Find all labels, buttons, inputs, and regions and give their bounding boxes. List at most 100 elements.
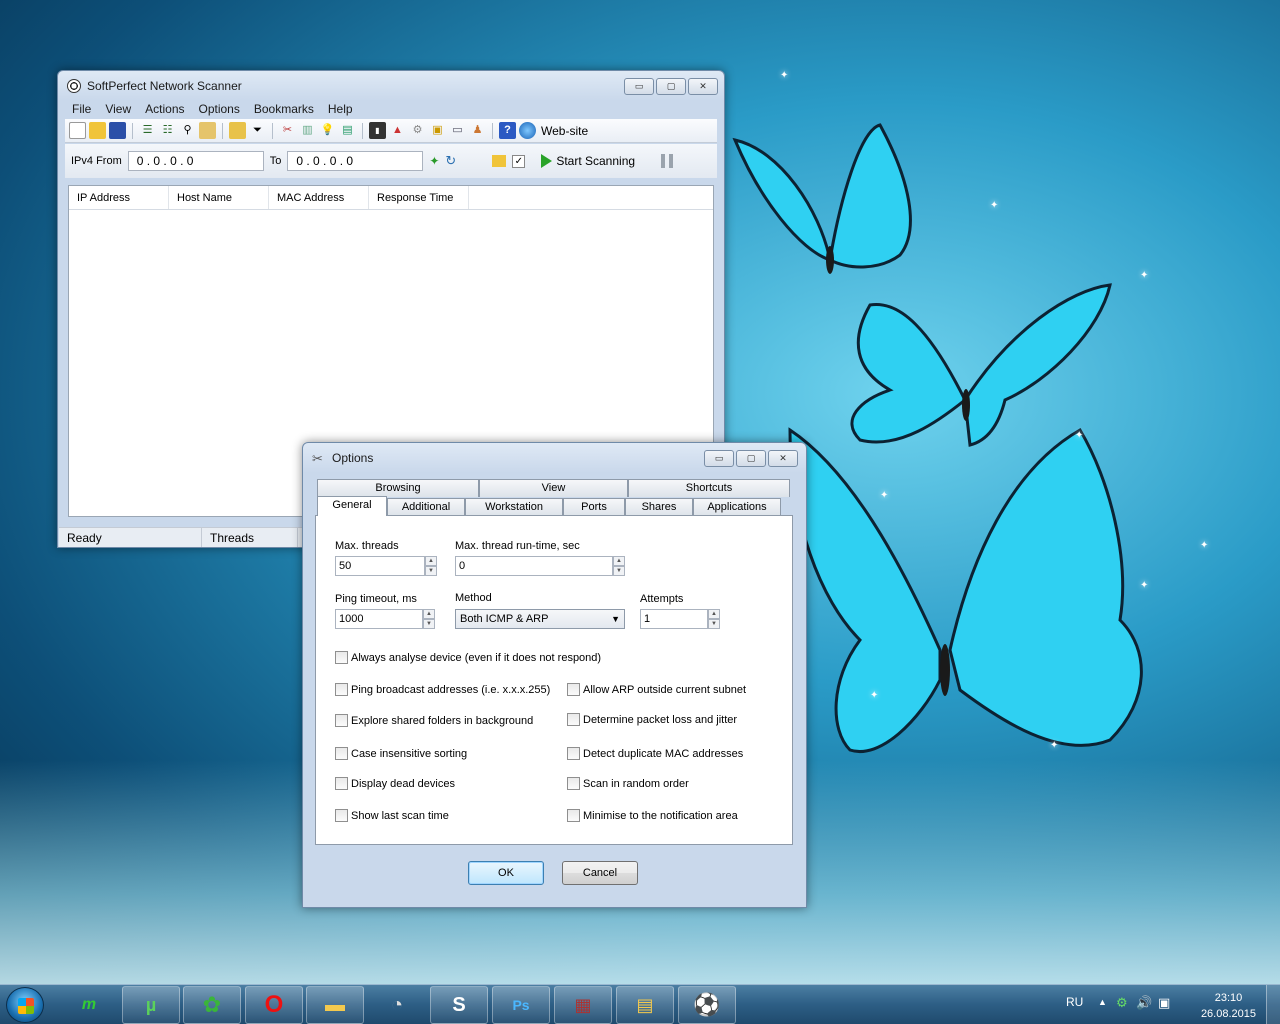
network-status-icon[interactable]: ⚙ (1116, 995, 1128, 1011)
volume-icon[interactable]: 🔊 (1136, 995, 1152, 1011)
checkbox-explore-shared[interactable]: Explore shared folders in background (335, 714, 533, 727)
checkbox[interactable] (567, 713, 580, 726)
column-host-name[interactable]: Host Name (169, 186, 269, 209)
spin-down-icon[interactable]: ▼ (708, 619, 720, 629)
spin-arrows[interactable]: ▲ ▼ (423, 609, 435, 629)
add-list-icon[interactable]: ☷ (159, 122, 176, 139)
icq-flower-icon[interactable]: ✿ (183, 986, 241, 1024)
checkbox-always-analyse[interactable]: Always analyse device (even if it does n… (335, 651, 601, 664)
open-folder-icon[interactable] (89, 122, 106, 139)
refresh-arrow-icon[interactable]: ↻ (445, 153, 456, 169)
terminal-icon[interactable]: ▮ (369, 122, 386, 139)
binoculars-icon[interactable]: ⚲ (179, 122, 196, 139)
max-threads-stepper[interactable]: 50 ▲ ▼ (335, 556, 437, 576)
gear-icon[interactable]: ⚙ (409, 122, 426, 139)
tab-view[interactable]: View (479, 479, 628, 497)
filter-folder-icon[interactable] (229, 122, 246, 139)
new-file-icon[interactable] (69, 122, 86, 139)
utorrent-icon[interactable]: µ (122, 986, 180, 1024)
attempts-input[interactable]: 1 (640, 609, 708, 629)
menu-actions[interactable]: Actions (138, 100, 191, 118)
checkbox[interactable] (567, 683, 580, 696)
spin-down-icon[interactable]: ▼ (423, 619, 435, 629)
tab-ports[interactable]: Ports (563, 498, 625, 516)
action-center-icon[interactable]: ▣ (1158, 995, 1170, 1011)
tab-workstation[interactable]: Workstation (465, 498, 563, 516)
max-threads-input[interactable]: 50 (335, 556, 425, 576)
checkbox-display-dead[interactable]: Display dead devices (335, 777, 455, 790)
cancel-button[interactable]: Cancel (562, 861, 638, 885)
photoshop-icon[interactable]: Ps (492, 986, 550, 1024)
menu-file[interactable]: File (65, 100, 98, 118)
soccer-ball-icon[interactable]: ⚽ (678, 986, 736, 1024)
ip-from-input[interactable]: 0 . 0 . 0 . 0 (127, 151, 264, 171)
checklist-icon[interactable]: ✓ (512, 154, 526, 168)
clipboard-icon[interactable] (199, 122, 216, 139)
add-range-icon[interactable]: ✦ (429, 154, 439, 168)
spin-arrows[interactable]: ▲ ▼ (708, 609, 720, 629)
max-runtime-stepper[interactable]: 0 ▲ ▼ (455, 556, 625, 576)
checkbox[interactable] (567, 747, 580, 760)
method-select[interactable]: Both ICMP & ARP ▼ (455, 609, 625, 629)
menu-options[interactable]: Options (192, 100, 247, 118)
spin-down-icon[interactable]: ▼ (613, 566, 625, 576)
checkbox-show-last-scan[interactable]: Show last scan time (335, 809, 449, 822)
save-icon[interactable] (109, 122, 126, 139)
website-link[interactable]: Web-site (541, 124, 588, 138)
blocks-icon[interactable]: ▲ (389, 122, 406, 139)
globe-icon[interactable] (519, 122, 536, 139)
ok-button[interactable]: OK (468, 861, 544, 885)
pause-icon[interactable] (661, 154, 674, 168)
monitor-icon[interactable]: ▭ (449, 122, 466, 139)
close-button[interactable]: ✕ (688, 78, 718, 95)
checkbox[interactable] (567, 809, 580, 822)
checkbox-allow-arp[interactable]: Allow ARP outside current subnet (567, 683, 746, 696)
menu-bookmarks[interactable]: Bookmarks (247, 100, 321, 118)
skype-icon[interactable]: S (430, 986, 488, 1024)
maximize-button[interactable]: ▢ (736, 450, 766, 467)
computer-icon[interactable]: ▣ (429, 122, 446, 139)
qip-icon[interactable]: ◔ (368, 986, 426, 1024)
attempts-stepper[interactable]: 1 ▲ ▼ (640, 609, 720, 629)
explorer-folder-icon[interactable]: ▬ (306, 986, 364, 1024)
servers-icon[interactable]: ▥ (299, 122, 316, 139)
checkbox[interactable] (335, 747, 348, 760)
checkbox[interactable] (335, 651, 348, 664)
ping-timeout-input[interactable]: 1000 (335, 609, 423, 629)
checkbox-minimise-tray[interactable]: Minimise to the notification area (567, 809, 738, 822)
clock[interactable]: 23:10 26.08.2015 (1201, 990, 1256, 1022)
spin-up-icon[interactable]: ▲ (613, 556, 625, 566)
max-runtime-input[interactable]: 0 (455, 556, 613, 576)
checkbox[interactable] (335, 714, 348, 727)
checkbox[interactable] (335, 809, 348, 822)
spin-up-icon[interactable]: ▲ (423, 609, 435, 619)
start-button[interactable] (6, 987, 44, 1023)
column-ip-address[interactable]: IP Address (69, 186, 169, 209)
spin-up-icon[interactable]: ▲ (425, 556, 437, 566)
checkbox-packet-loss[interactable]: Determine packet loss and jitter (567, 713, 737, 726)
spin-arrows[interactable]: ▲ ▼ (425, 556, 437, 576)
tools-icon[interactable]: ✂ (279, 122, 296, 139)
start-scanning-button[interactable]: Start Scanning (541, 154, 635, 168)
show-hidden-icons-icon[interactable]: ▲ (1098, 997, 1107, 1007)
funnel-icon[interactable]: ⏷ (249, 122, 266, 139)
tab-applications[interactable]: Applications (693, 498, 781, 516)
tab-additional[interactable]: Additional (387, 498, 465, 516)
tab-shortcuts[interactable]: Shortcuts (628, 479, 790, 497)
checkbox-random-order[interactable]: Scan in random order (567, 777, 689, 790)
checkbox[interactable] (567, 777, 580, 790)
tab-general[interactable]: General (317, 496, 387, 516)
minimize-button[interactable]: ▭ (624, 78, 654, 95)
close-button[interactable]: ✕ (768, 450, 798, 467)
minimize-button[interactable]: ▭ (704, 450, 734, 467)
spin-arrows[interactable]: ▲ ▼ (613, 556, 625, 576)
checkbox-duplicate-mac[interactable]: Detect duplicate MAC addresses (567, 747, 743, 760)
checkbox-case-insensitive[interactable]: Case insensitive sorting (335, 747, 467, 760)
archive-folder-icon[interactable]: ▤ (616, 986, 674, 1024)
lightbulb-icon[interactable]: 💡 (319, 122, 336, 139)
help-icon[interactable]: ? (499, 122, 516, 139)
column-response-time[interactable]: Response Time (369, 186, 469, 209)
column-mac-address[interactable]: MAC Address (269, 186, 369, 209)
folder-icon[interactable] (492, 155, 507, 167)
checkbox-ping-broadcast[interactable]: Ping broadcast addresses (i.e. x.x.x.255… (335, 683, 550, 696)
